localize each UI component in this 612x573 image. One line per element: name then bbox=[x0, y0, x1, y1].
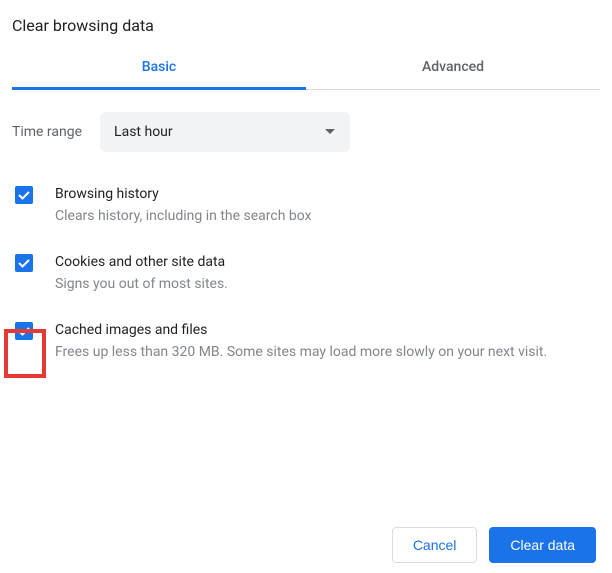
check-icon bbox=[17, 188, 31, 202]
option-title: Browsing history bbox=[55, 184, 312, 204]
checkbox-cookies[interactable] bbox=[15, 254, 33, 272]
time-range-row: Time range Last hour bbox=[12, 112, 600, 152]
tab-basic[interactable]: Basic bbox=[12, 45, 306, 90]
option-desc: Clears history, including in the search … bbox=[55, 206, 312, 226]
option-cached: Cached images and files Frees up less th… bbox=[12, 320, 600, 362]
tab-advanced[interactable]: Advanced bbox=[306, 45, 600, 89]
option-cookies: Cookies and other site data Signs you ou… bbox=[12, 252, 600, 294]
time-range-label: Time range bbox=[12, 124, 82, 140]
footer: Cancel Clear data bbox=[392, 527, 596, 563]
time-range-select[interactable]: Last hour bbox=[100, 112, 350, 152]
option-title: Cached images and files bbox=[55, 320, 547, 340]
check-icon bbox=[17, 256, 31, 270]
dialog-title: Clear browsing data bbox=[12, 16, 600, 35]
checkbox-cached[interactable] bbox=[15, 322, 33, 340]
option-title: Cookies and other site data bbox=[55, 252, 228, 272]
option-desc: Frees up less than 320 MB. Some sites ma… bbox=[55, 342, 547, 362]
checkbox-browsing-history[interactable] bbox=[15, 186, 33, 204]
check-icon bbox=[17, 324, 31, 338]
option-desc: Signs you out of most sites. bbox=[55, 274, 228, 294]
option-browsing-history: Browsing history Clears history, includi… bbox=[12, 184, 600, 226]
tabs: Basic Advanced bbox=[12, 45, 600, 90]
time-range-value: Last hour bbox=[114, 124, 173, 140]
clear-data-button[interactable]: Clear data bbox=[489, 527, 596, 563]
chevron-down-icon bbox=[324, 128, 336, 136]
cancel-button[interactable]: Cancel bbox=[392, 527, 478, 563]
